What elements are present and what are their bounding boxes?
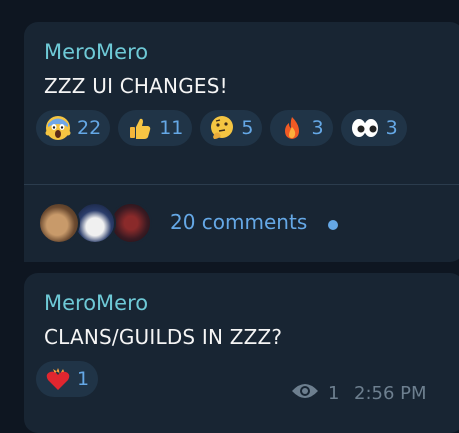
message-text: ZZZ UI CHANGES!	[44, 74, 228, 98]
reaction-screaming[interactable]: 22	[36, 110, 111, 146]
comments-link[interactable]: 20 comments	[170, 210, 307, 234]
screaming-face-icon	[45, 115, 71, 141]
eyes-icon	[350, 115, 380, 141]
avatar	[38, 202, 80, 244]
reaction-fire[interactable]: 3	[270, 110, 333, 146]
commenter-avatars[interactable]	[38, 202, 154, 244]
sender-name[interactable]: MeroMero	[44, 291, 148, 315]
unread-dot	[328, 220, 338, 230]
reactions-row: 22 11 5 3 3	[36, 110, 407, 146]
reaction-eyes[interactable]: 3	[340, 110, 407, 146]
heart-on-fire-icon	[45, 366, 71, 392]
bubble-tail-shape	[0, 236, 24, 262]
reaction-count: 11	[159, 117, 184, 139]
reaction-heart-on-fire[interactable]: 1	[36, 361, 99, 397]
reactions-row: 1	[36, 361, 99, 397]
reaction-count: 3	[311, 117, 324, 139]
avatar	[74, 202, 116, 244]
thinking-face-icon	[209, 115, 235, 141]
reaction-count: 22	[77, 117, 102, 139]
message-bubble[interactable]: MeroMero CLANS/GUILDS IN ZZZ? 1 1 2:56 P…	[24, 273, 459, 433]
reaction-count: 3	[385, 117, 398, 139]
message-bubble[interactable]: MeroMero ZZZ UI CHANGES! 22 11 5 3 3 20 …	[24, 22, 459, 262]
eye-icon	[290, 381, 320, 406]
message-time: 2:56 PM	[354, 383, 427, 404]
thumbs-up-icon	[127, 115, 153, 141]
divider	[24, 184, 459, 185]
reaction-count: 1	[77, 368, 90, 390]
avatar	[110, 202, 152, 244]
reaction-thumbs-up[interactable]: 11	[118, 110, 193, 146]
fire-icon	[279, 115, 305, 141]
reaction-thinking[interactable]: 5	[200, 110, 263, 146]
view-count: 1	[328, 383, 340, 404]
reaction-count: 5	[241, 117, 254, 139]
message-text: CLANS/GUILDS IN ZZZ?	[44, 325, 283, 349]
sender-name[interactable]: MeroMero	[44, 40, 148, 64]
